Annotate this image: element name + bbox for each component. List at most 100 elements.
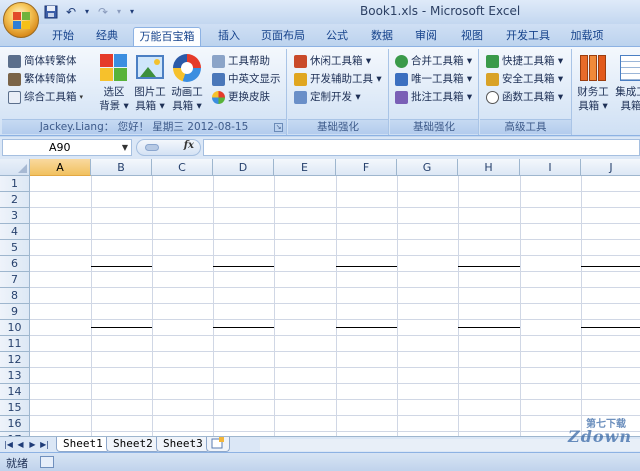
row-header[interactable]: 1 <box>0 176 30 192</box>
next-sheet-icon[interactable]: ▶ <box>27 438 38 451</box>
first-sheet-icon[interactable]: |◀ <box>3 438 14 451</box>
row-header[interactable]: 4 <box>0 224 30 240</box>
grid-column-line <box>397 176 398 436</box>
redo-icon[interactable]: ↷ <box>94 3 112 21</box>
formula-bar-grip-icon[interactable] <box>145 144 159 151</box>
row-header[interactable]: 8 <box>0 288 30 304</box>
tab-view[interactable]: 视图 <box>457 27 487 46</box>
grid-row-line <box>30 335 640 336</box>
column-header[interactable]: H <box>458 159 520 176</box>
macro-record-icon[interactable] <box>40 456 54 468</box>
office-button[interactable] <box>3 2 39 38</box>
sheet-tab[interactable]: Sheet3 <box>156 437 210 452</box>
row-header[interactable]: 11 <box>0 336 30 352</box>
dialog-launcher-icon[interactable]: ↘ <box>274 123 283 132</box>
function-toolbox-button[interactable]: 函数工具箱 ▾ <box>486 89 563 106</box>
row-header[interactable]: 9 <box>0 304 30 320</box>
row-header[interactable]: 12 <box>0 352 30 368</box>
function-icon <box>486 91 499 104</box>
cell-border <box>458 266 520 267</box>
leisure-toolbox-button[interactable]: 休闲工具箱 ▾ <box>294 53 371 70</box>
general-toolbox-button[interactable]: 综合工具箱 ▾ <box>8 89 83 106</box>
save-icon[interactable] <box>42 3 60 21</box>
merge-toolbox-button[interactable]: 合并工具箱 ▾ <box>395 53 472 70</box>
comment-toolbox-button[interactable]: 批注工具箱 ▾ <box>395 89 472 106</box>
tab-formulas[interactable]: 公式 <box>322 27 352 46</box>
column-header[interactable]: D <box>213 159 274 176</box>
row-header[interactable]: 15 <box>0 400 30 416</box>
unique-toolbox-button[interactable]: 唯一工具箱 ▾ <box>395 71 472 88</box>
ribbon-group-basic-1: 休闲工具箱 ▾ 开发辅助工具 ▾ 定制开发 ▾ 基础强化 <box>288 49 389 135</box>
tab-addins[interactable]: 加载项 <box>567 27 607 46</box>
window-title: Book1.xls - Microsoft Excel <box>360 4 521 18</box>
custom-dev-button[interactable]: 定制开发 ▾ <box>294 89 361 106</box>
sheet-tab[interactable]: Sheet1 <box>56 437 110 452</box>
skin-icon <box>212 91 225 104</box>
insert-sheet-icon[interactable] <box>206 437 230 452</box>
column-header[interactable]: F <box>336 159 397 176</box>
chinese-english-button[interactable]: 中英文显示 <box>212 71 281 88</box>
simplified-to-traditional-button[interactable]: 简体转繁体 <box>8 53 77 70</box>
formula-input[interactable] <box>203 139 640 156</box>
column-header[interactable]: I <box>520 159 581 176</box>
animation-toolbox-button[interactable]: 动画工 具箱 ▾ <box>167 51 207 115</box>
watermark-logo: Zdown <box>568 427 632 446</box>
row-header[interactable]: 7 <box>0 272 30 288</box>
tab-home[interactable]: 开始 <box>48 27 78 46</box>
tab-classic[interactable]: 经典 <box>92 27 122 46</box>
tab-data[interactable]: 数据 <box>367 27 397 46</box>
row-header[interactable]: 3 <box>0 208 30 224</box>
column-header[interactable]: A <box>30 159 91 176</box>
customize-qat-icon[interactable]: ▾ <box>126 3 138 21</box>
row-header[interactable]: 6 <box>0 256 30 272</box>
prev-sheet-icon[interactable]: ◀ <box>15 438 26 451</box>
redo-dropdown-icon[interactable]: ▾ <box>114 3 124 21</box>
name-box-dropdown-icon[interactable]: ▼ <box>122 140 128 155</box>
undo-dropdown-icon[interactable]: ▾ <box>82 3 92 21</box>
tab-toolbox[interactable]: 万能百宝箱 <box>133 27 201 46</box>
name-box[interactable]: A90 ▼ <box>2 139 132 156</box>
column-header[interactable]: G <box>397 159 458 176</box>
row-header[interactable]: 14 <box>0 384 30 400</box>
row-header[interactable]: 5 <box>0 240 30 256</box>
tab-insert[interactable]: 插入 <box>214 27 244 46</box>
traditional-to-simplified-button[interactable]: 繁体转简体 <box>8 71 77 88</box>
cell-border <box>91 266 152 267</box>
tool-help-button[interactable]: 工具帮助 <box>212 53 270 70</box>
sheet-tab[interactable]: Sheet2 <box>106 437 160 452</box>
security-toolbox-button[interactable]: 安全工具箱 ▾ <box>486 71 563 88</box>
grid-column-line <box>336 176 337 436</box>
last-sheet-icon[interactable]: ▶| <box>39 438 50 451</box>
integrated-toolbox-button[interactable]: 集成工 具箱 <box>611 51 640 115</box>
row-header[interactable]: 13 <box>0 368 30 384</box>
column-header[interactable]: E <box>274 159 336 176</box>
worksheet-grid[interactable]: A B C D E F G H I J 1 2 3 4 5 6 7 8 9 10… <box>0 159 640 436</box>
tab-review[interactable]: 审阅 <box>411 27 441 46</box>
select-all-corner[interactable] <box>0 159 30 176</box>
column-header[interactable]: B <box>91 159 152 176</box>
tab-developer[interactable]: 开发工具 <box>503 27 553 46</box>
picture-toolbox-button[interactable]: 图片工 具箱 ▾ <box>130 51 170 115</box>
column-header[interactable]: C <box>152 159 213 176</box>
donut-chart-icon <box>172 53 202 83</box>
ribbon-tabs: 开始 经典 万能百宝箱 插入 页面布局 公式 数据 审阅 视图 开发工具 加载项 <box>0 24 640 46</box>
dev-helper-button[interactable]: 开发辅助工具 ▾ <box>294 71 382 88</box>
change-skin-button[interactable]: 更换皮肤 <box>212 89 270 106</box>
shortcut-toolbox-button[interactable]: 快捷工具箱 ▾ <box>486 53 563 70</box>
grid-row-line <box>30 367 640 368</box>
finance-toolbox-button[interactable]: 财务工 具箱 ▾ <box>573 51 613 115</box>
row-header[interactable]: 16 <box>0 416 30 432</box>
row-header[interactable]: 10 <box>0 320 30 336</box>
grid-row-line <box>30 191 640 192</box>
cell-border <box>581 266 640 267</box>
column-header[interactable]: J <box>581 159 640 176</box>
office-logo-icon <box>13 12 30 29</box>
leisure-icon <box>294 55 307 68</box>
lock-icon <box>486 73 499 86</box>
insert-function-icon[interactable]: fx <box>184 140 194 151</box>
tab-page-layout[interactable]: 页面布局 <box>258 27 308 46</box>
row-header[interactable]: 2 <box>0 192 30 208</box>
sheet-tab-bar: |◀ ◀ ▶ ▶| Sheet1 Sheet2 Sheet3 第七下载 Zdow… <box>0 419 640 452</box>
undo-icon[interactable]: ↶ <box>62 3 80 21</box>
selection-background-button[interactable]: 选区 背景 ▾ <box>94 51 134 115</box>
